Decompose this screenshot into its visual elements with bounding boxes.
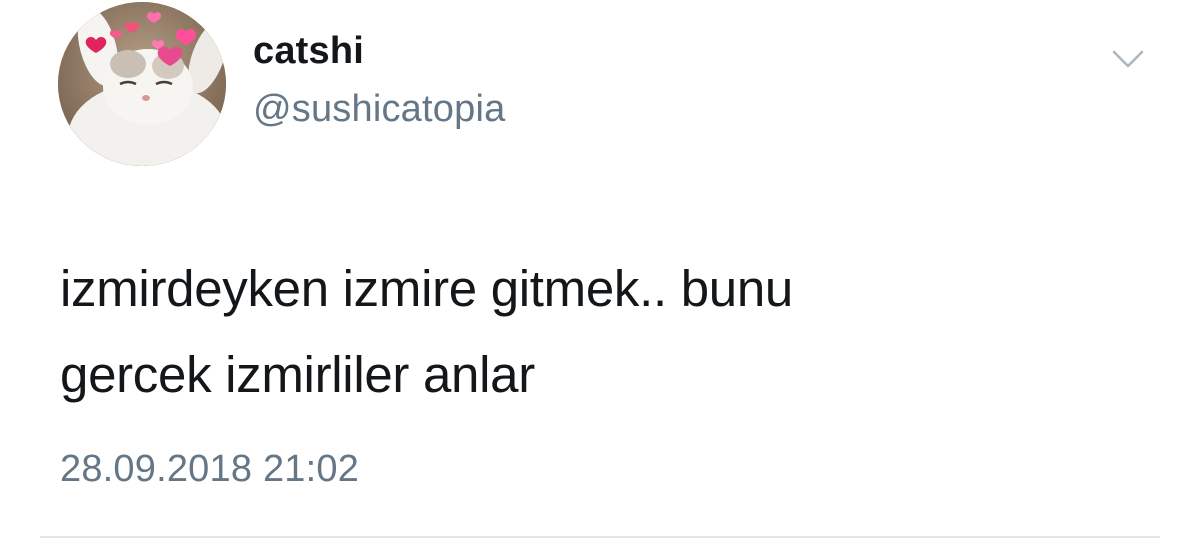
user-handle[interactable]: @sushicatopia: [253, 88, 505, 131]
display-name[interactable]: catshi: [253, 30, 364, 73]
chevron-down-icon[interactable]: [1108, 44, 1148, 74]
tweet-text-line: gercek izmirliler anlar: [60, 346, 535, 403]
tweet-text: izmirdeyken izmire gitmek.. bunu gercek …: [60, 246, 1140, 418]
avatar[interactable]: [58, 2, 226, 166]
tweet-timestamp[interactable]: 28.09.2018 21:02: [60, 448, 359, 491]
tweet-text-line: izmirdeyken izmire gitmek.. bunu: [60, 260, 793, 317]
divider: [40, 536, 1160, 538]
cat-avatar-image: [58, 2, 226, 166]
